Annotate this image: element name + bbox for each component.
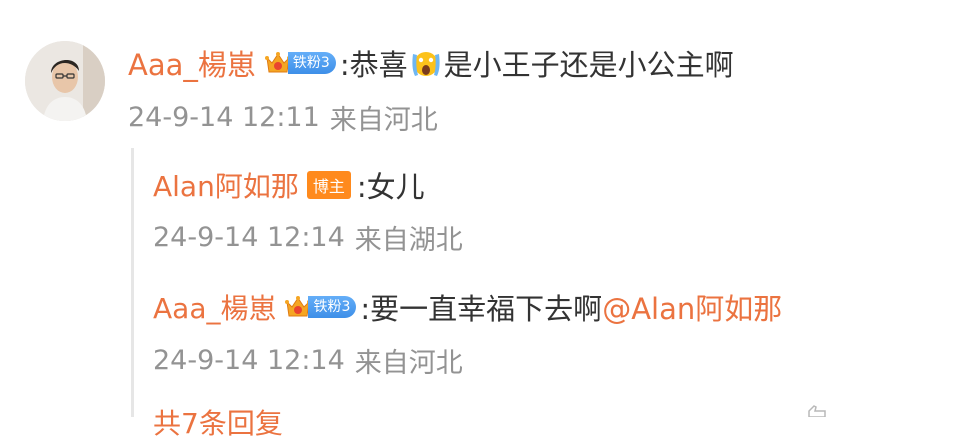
scream-emoji-icon [411, 52, 440, 76]
comment-time: 24-9-14 12:11 [128, 102, 320, 133]
reply-2-mention-link[interactable]: @Alan阿如那 [602, 286, 782, 328]
reply-2-time: 24-9-14 12:14 [153, 345, 345, 376]
avatar[interactable] [25, 41, 105, 121]
comment-meta: 24-9-14 12:11 来自河北 [128, 98, 438, 137]
fan-level-label: 铁粉3 [287, 52, 336, 74]
fan-badge[interactable]: 铁粉3 [284, 292, 357, 322]
fan-level-label: 铁粉3 [308, 296, 357, 318]
reply-thread-divider [131, 148, 134, 417]
avatar-photo [25, 41, 105, 121]
reply-1-header: Alan阿如那 博主 :女儿 [153, 164, 425, 206]
reply-2-header: Aaa_楊崽 铁粉3 :要一直幸福下去啊 @Alan阿如那 [153, 286, 782, 328]
reply-1-username[interactable]: Alan阿如那 [153, 165, 299, 205]
reply-1-location: 来自湖北 [354, 225, 463, 256]
more-replies-link[interactable]: 共7条回复 [153, 402, 283, 442]
reply-1-meta: 24-9-14 12:14 来自湖北 [153, 218, 463, 257]
blogger-badge: 博主 [306, 171, 351, 199]
reply-1-text: :女儿 [356, 170, 425, 204]
reply-1-time: 24-9-14 12:14 [153, 222, 345, 253]
reply-2-meta: 24-9-14 12:14 来自河北 [153, 341, 463, 380]
comment-text-part2: 是小王子还是小公主啊 [443, 48, 734, 82]
reply-2-location: 来自河北 [354, 348, 463, 379]
comment-text-part1: :恭喜 [339, 48, 408, 82]
reply-2-text: :要一直幸福下去啊 [360, 292, 603, 326]
fan-badge[interactable]: 铁粉3 [264, 48, 336, 78]
like-icon[interactable] [806, 405, 828, 417]
comment-location: 来自河北 [329, 105, 438, 136]
comment-header: Aaa_楊崽 铁粉3 :恭喜 是小王子还是小公主啊 [128, 42, 734, 84]
reply-2-username[interactable]: Aaa_楊崽 [153, 287, 276, 327]
comment-username[interactable]: Aaa_楊崽 [128, 42, 256, 84]
